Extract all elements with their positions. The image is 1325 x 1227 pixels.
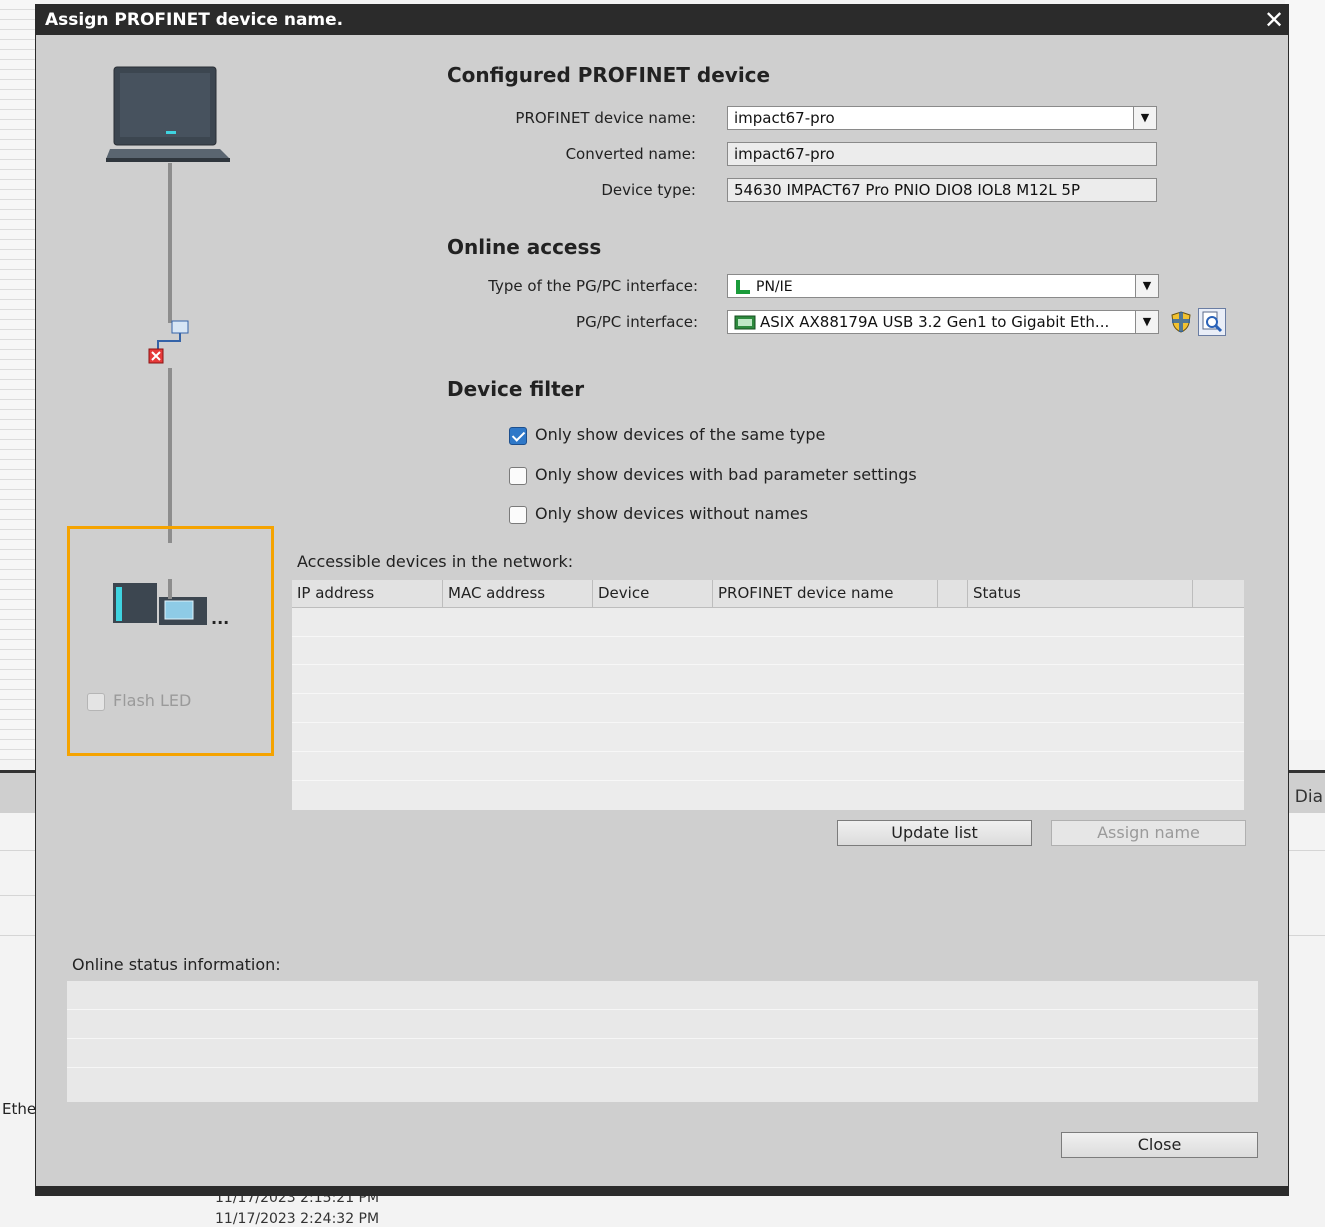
status-row <box>67 1009 1258 1010</box>
dialog-bottom-border <box>36 1186 1288 1195</box>
background-list <box>0 0 40 760</box>
filter-option-label: Only show devices without names <box>535 504 809 523</box>
column-header-device-name[interactable]: PROFINET device name <box>713 580 938 607</box>
table-header: IP address MAC address Device PROFINET d… <box>292 580 1244 608</box>
background-row <box>0 895 40 896</box>
background-cell-text: Ethe <box>2 1100 37 1118</box>
device-name-dropdown[interactable]: impact67-pro ▼ <box>727 106 1157 130</box>
device-type-label: Device type: <box>601 181 696 199</box>
column-header-mac[interactable]: MAC address <box>443 580 593 607</box>
converted-name-label: Converted name: <box>565 145 696 163</box>
interface-type-dropdown[interactable]: PN/IE ▼ <box>727 274 1159 298</box>
interface-dropdown[interactable]: ASIX AX88179A USB 3.2 Gen1 to Gigabit Et… <box>727 310 1159 334</box>
interface-type-value: PN/IE <box>756 279 793 295</box>
accessible-devices-table[interactable]: IP address MAC address Device PROFINET d… <box>292 580 1244 810</box>
column-header-device[interactable]: Device <box>593 580 713 607</box>
interface-value: ASIX AX88179A USB 3.2 Gen1 to Gigabit Et… <box>760 313 1110 331</box>
device-more-indicator: ... <box>211 609 230 628</box>
filter-same-type-option[interactable]: Only show devices of the same type <box>509 425 825 445</box>
device-type-field: 54630 IMPACT67 Pro PNIO DIO8 IOL8 M12L 5… <box>727 178 1157 202</box>
filter-no-names-checkbox[interactable] <box>509 505 527 524</box>
topology-graphic <box>106 66 230 543</box>
device-name-label: PROFINET device name: <box>515 109 696 127</box>
table-row <box>292 751 1244 752</box>
status-row <box>67 1038 1258 1039</box>
background-panel-right <box>1285 0 1325 740</box>
assign-name-button[interactable]: Assign name <box>1051 820 1246 846</box>
dialog-title: Assign PROFINET device name. <box>45 10 344 30</box>
filter-no-names-option[interactable]: Only show devices without names <box>509 504 808 524</box>
background-band-left <box>0 770 40 813</box>
filter-same-type-checkbox[interactable] <box>509 426 527 445</box>
background-row <box>1285 850 1325 851</box>
online-access-heading: Online access <box>447 235 602 259</box>
network-icon <box>736 279 750 294</box>
target-device-panel: ... Flash LED <box>67 526 274 756</box>
configured-device-heading: Configured PROFINET device <box>447 63 771 87</box>
close-button[interactable]: Close <box>1061 1132 1258 1158</box>
device-filter-heading: Device filter <box>447 377 585 401</box>
table-row <box>292 664 1244 665</box>
filter-option-label: Only show devices with bad parameter set… <box>535 465 917 484</box>
status-row <box>67 1067 1258 1068</box>
update-list-button[interactable]: Update list <box>837 820 1032 846</box>
background-tab-label: Dia <box>1294 787 1323 807</box>
chevron-down-icon[interactable]: ▼ <box>1135 275 1158 297</box>
column-header-blank[interactable] <box>938 580 968 607</box>
column-header-ip[interactable]: IP address <box>292 580 443 607</box>
interface-label: PG/PC interface: <box>576 313 698 331</box>
chevron-down-icon[interactable]: ▼ <box>1135 311 1158 333</box>
magnifier-icon <box>1202 311 1223 333</box>
online-status-label: Online status information: <box>72 955 281 974</box>
background-row <box>0 935 40 936</box>
assign-device-name-dialog: Assign PROFINET device name. ✕ ... Flash… <box>35 4 1289 1196</box>
shield-icon[interactable] <box>1169 310 1193 334</box>
table-row <box>292 780 1244 781</box>
background-timestamp: 11/17/2023 2:24:32 PM <box>215 1211 380 1227</box>
laptop-icon <box>106 66 230 162</box>
table-row <box>292 722 1244 723</box>
table-row <box>292 693 1244 694</box>
table-row <box>292 636 1244 637</box>
diagnostics-button[interactable] <box>1198 308 1226 336</box>
background-row <box>1285 935 1325 936</box>
close-icon[interactable]: ✕ <box>1260 5 1288 35</box>
background-row <box>0 850 40 851</box>
flash-led-checkbox[interactable] <box>87 692 105 711</box>
filter-bad-params-option[interactable]: Only show devices with bad parameter set… <box>509 465 917 485</box>
column-header-status[interactable]: Status <box>968 580 1193 607</box>
online-status-box <box>67 981 1258 1102</box>
network-card-icon <box>734 315 756 329</box>
filter-option-label: Only show devices of the same type <box>535 425 826 444</box>
column-header-extra[interactable] <box>1193 580 1244 607</box>
converted-name-field: impact67-pro <box>727 142 1157 166</box>
chevron-down-icon[interactable]: ▼ <box>1133 107 1156 129</box>
device-name-value: impact67-pro <box>734 109 835 127</box>
interface-type-label: Type of the PG/PC interface: <box>488 277 698 295</box>
flash-led-option[interactable]: Flash LED <box>87 691 191 711</box>
accessible-devices-label: Accessible devices in the network: <box>297 552 574 571</box>
disconnected-connector-icon <box>148 320 189 364</box>
flash-led-label: Flash LED <box>113 691 192 710</box>
filter-bad-params-checkbox[interactable] <box>509 466 527 485</box>
dialog-title-bar[interactable]: Assign PROFINET device name. ✕ <box>36 5 1288 35</box>
